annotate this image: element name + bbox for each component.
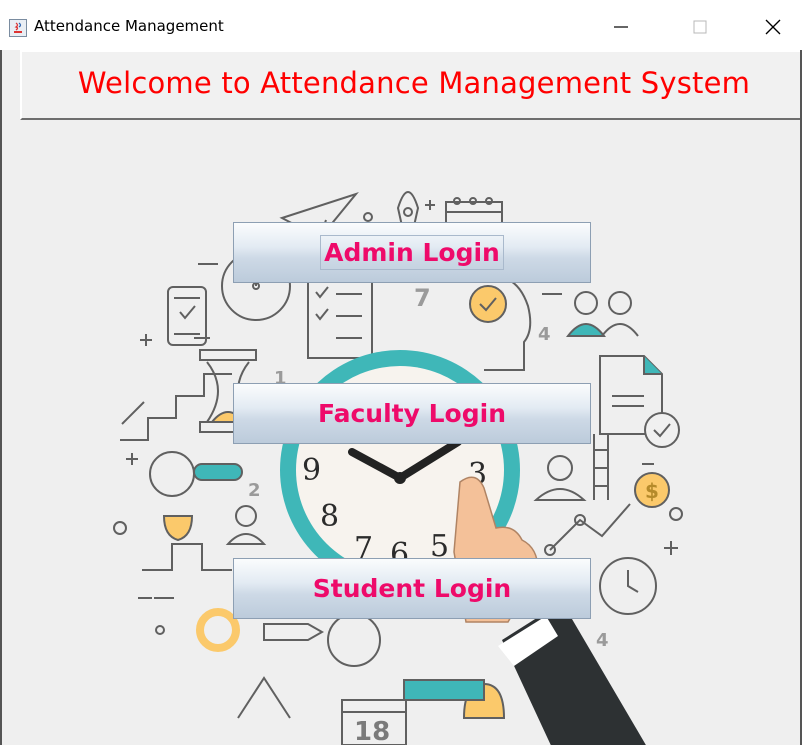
mountain-flag-icon xyxy=(237,676,291,719)
hourglass-icon xyxy=(199,349,257,361)
svg-text:8: 8 xyxy=(320,499,339,534)
app-window: Attendance Management 7 4 1 2 4 $ 18 9 3… xyxy=(0,0,802,745)
student-login-button[interactable]: Student Login xyxy=(233,558,591,619)
minimize-icon xyxy=(614,26,628,28)
admin-login-button[interactable]: Admin Login xyxy=(233,222,591,283)
person-icon xyxy=(235,505,257,527)
svg-text:9: 9 xyxy=(302,453,321,488)
magnifier-bottom-icon xyxy=(327,613,381,667)
magnifier-icon xyxy=(149,451,195,497)
welcome-header-panel: Welcome to Attendance Management System xyxy=(20,50,800,120)
minimize-button[interactable] xyxy=(598,8,644,46)
svg-text:7: 7 xyxy=(414,284,431,312)
svg-text:18: 18 xyxy=(354,717,390,745)
faculty-login-button[interactable]: Faculty Login xyxy=(233,383,591,444)
svg-text:2: 2 xyxy=(248,480,261,501)
content-pane: 7 4 1 2 4 $ 18 9 3 8 7 6 5 Welcome to At… xyxy=(0,50,802,745)
admin-login-label: Admin Login xyxy=(320,235,504,270)
student-login-label: Student Login xyxy=(312,574,512,603)
growth-chart-icon xyxy=(549,503,631,551)
maximize-button[interactable] xyxy=(677,8,723,46)
java-app-icon xyxy=(9,19,27,37)
people-icon xyxy=(574,291,598,315)
ladder-icon xyxy=(593,434,609,500)
suit-arm-illustration xyxy=(502,602,646,745)
svg-text:4: 4 xyxy=(538,324,551,345)
checklist-icon xyxy=(307,279,373,359)
trophy-icon xyxy=(162,515,194,542)
person-right-icon xyxy=(547,455,573,481)
maximize-icon xyxy=(693,20,707,34)
pencil-icon xyxy=(263,623,325,641)
faculty-login-label: Faculty Login xyxy=(318,399,506,428)
gear-icon xyxy=(196,608,240,652)
svg-text:$: $ xyxy=(645,479,659,503)
title-bar: Attendance Management xyxy=(0,0,802,50)
window-title: Attendance Management xyxy=(34,17,224,35)
welcome-heading: Welcome to Attendance Management System xyxy=(77,66,751,100)
close-icon xyxy=(765,19,781,35)
close-button[interactable] xyxy=(750,8,796,46)
svg-text:4: 4 xyxy=(596,630,609,651)
person-bottom-icon xyxy=(403,679,485,701)
